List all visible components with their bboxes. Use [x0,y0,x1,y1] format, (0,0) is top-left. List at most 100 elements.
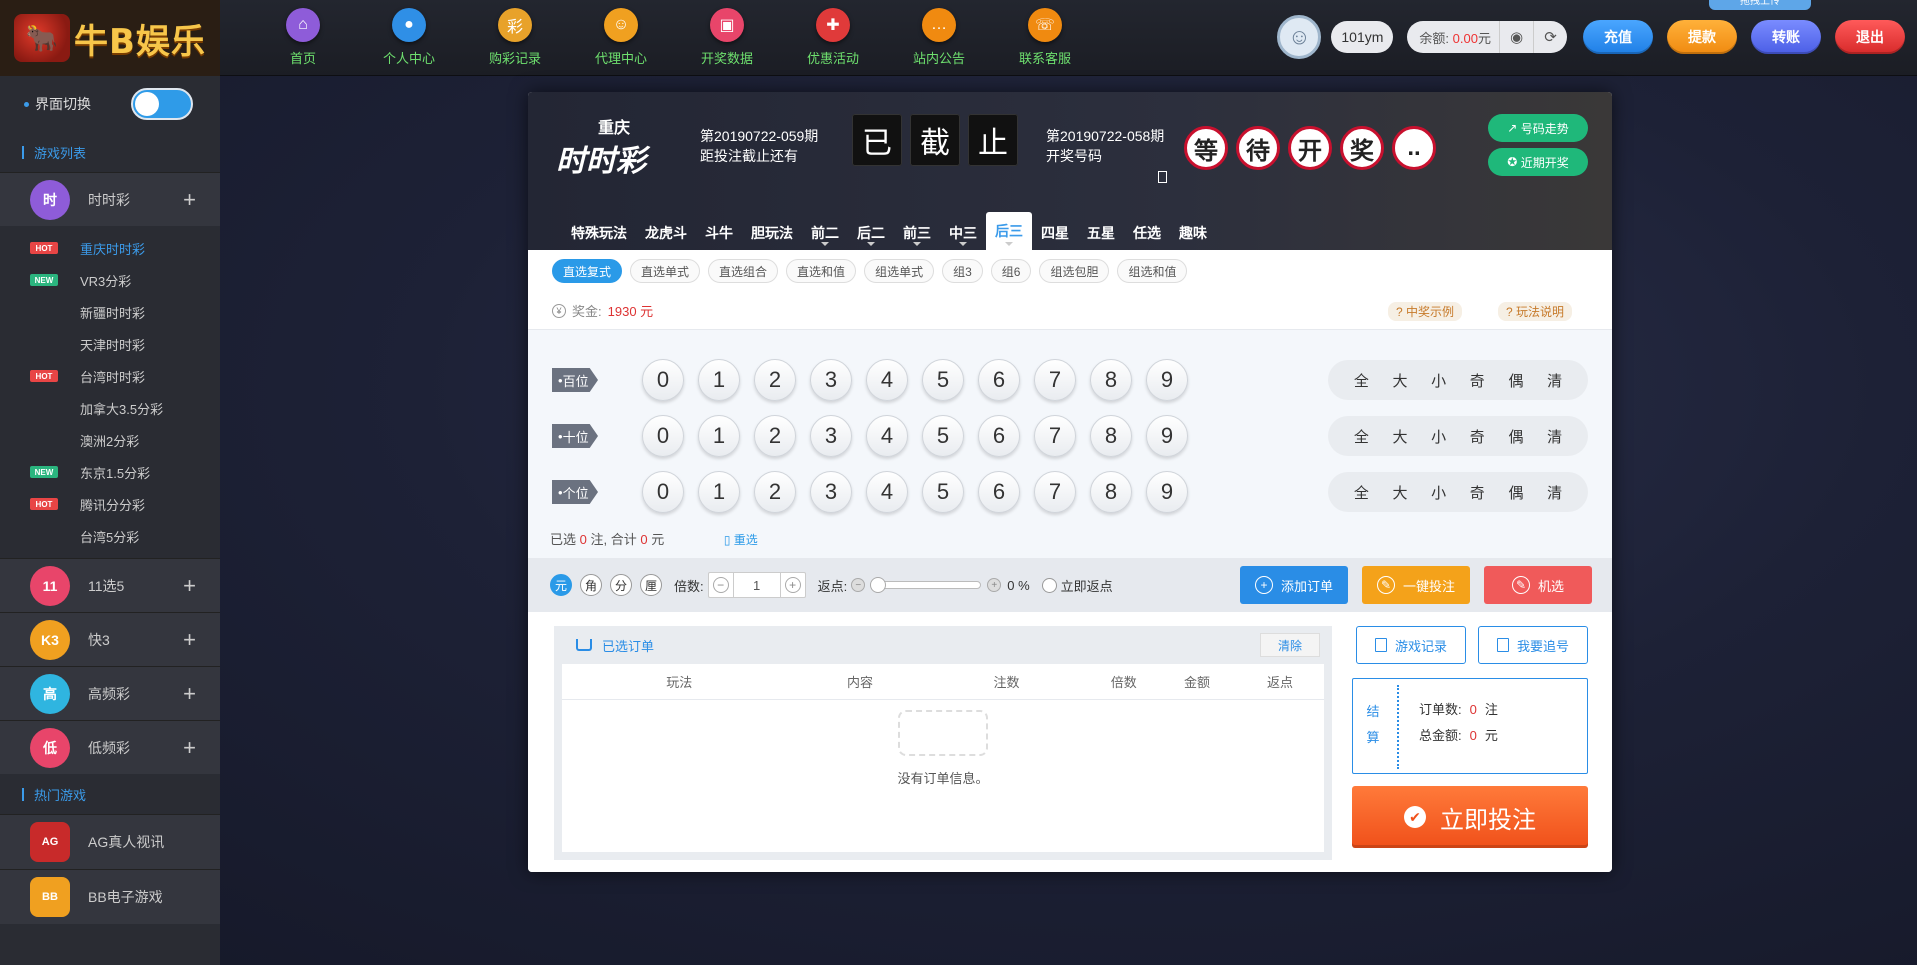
minus-button[interactable]: − [709,573,733,597]
quick-pick-button[interactable]: 全 [1354,370,1369,391]
digit-ball[interactable]: 3 [810,415,852,457]
nav-item-3[interactable]: ☺ 代理中心 [568,8,674,67]
site-logo[interactable]: 🐂 牛B娱乐 [0,0,220,76]
subtab-8[interactable]: 组选和值 [1117,259,1188,283]
tab-7[interactable]: 中三 [940,216,986,250]
subtab-3[interactable]: 直选和值 [786,259,857,283]
quick-pick-button[interactable]: 大 [1392,482,1407,503]
sidebar-item-9[interactable]: 台湾5分彩 [0,520,220,552]
expand-plus-icon[interactable]: + [183,187,196,213]
ui-switch-toggle[interactable] [131,88,193,120]
nav-item-2[interactable]: 彩购彩记录 [462,8,568,67]
rules-link[interactable]: ? 玩法说明 [1498,302,1573,321]
quick-pick-button[interactable]: 小 [1431,426,1446,447]
expand-plus-icon[interactable]: + [183,573,196,599]
sidebar-item-2[interactable]: 新疆时时彩 [0,296,220,328]
clear-orders-button[interactable]: 清除 [1260,633,1320,657]
multiplier-input[interactable]: 1 [732,573,781,597]
hot-game-1[interactable]: BB BB电子游戏 [0,869,220,924]
expand-plus-icon[interactable]: + [183,627,196,653]
quick-pick-button[interactable]: 偶 [1508,426,1523,447]
quick-pick-button[interactable]: 全 [1354,426,1369,447]
expand-plus-icon[interactable]: + [183,681,196,707]
digit-ball[interactable]: 3 [810,359,852,401]
digit-ball[interactable]: 7 [1034,471,1076,513]
copy-icon[interactable] [1158,171,1167,184]
category-3[interactable]: 高 高频彩 + [0,666,220,720]
tab-0[interactable]: 特殊玩法 [562,216,636,250]
nav-item-7[interactable]: ☏ 联系客服 [992,8,1098,67]
bet-now-button[interactable]: ✔ 立即投注 [1352,786,1588,848]
refresh-icon[interactable]: ⟳ [1533,21,1567,53]
withdraw-button[interactable]: 提款 [1667,20,1737,54]
sidebar-item-8[interactable]: HOT 腾讯分分彩 [0,488,220,520]
expand-plus-icon[interactable]: + [183,735,196,761]
logout-button[interactable]: 退出 [1835,20,1905,54]
unit-button[interactable]: 分 [610,574,632,596]
digit-ball[interactable]: 9 [1146,415,1188,457]
digit-ball[interactable]: 9 [1146,471,1188,513]
tab-3[interactable]: 胆玩法 [742,216,802,250]
tab-2[interactable]: 斗牛 [696,216,742,250]
transfer-button[interactable]: 转账 [1751,20,1821,54]
digit-ball[interactable]: 9 [1146,359,1188,401]
recent-draws-button[interactable]: ✪ 近期开奖 [1488,148,1588,176]
eye-icon[interactable]: ◉ [1499,21,1533,53]
plus-button[interactable]: + [781,573,805,597]
sidebar-item-6[interactable]: 澳洲2分彩 [0,424,220,456]
tab-5[interactable]: 后二 [848,216,894,250]
rebate-plus-icon[interactable]: + [987,578,1002,592]
game-record-button[interactable]: 游戏记录 [1356,626,1466,664]
sidebar-item-3[interactable]: 天津时时彩 [0,328,220,360]
quick-pick-button[interactable]: 奇 [1470,426,1485,447]
digit-ball[interactable]: 5 [922,415,964,457]
nav-item-0[interactable]: ⌂ 首页 [250,8,356,67]
digit-ball[interactable]: 1 [698,359,740,401]
avatar[interactable]: ☺ [1277,15,1322,59]
rebate-track[interactable] [870,577,982,593]
quick-pick-button[interactable]: 大 [1392,370,1407,391]
digit-ball[interactable]: 0 [642,471,684,513]
quick-pick-button[interactable]: 清 [1547,426,1562,447]
nav-item-6[interactable]: … 站内公告 [886,8,992,67]
tab-8[interactable]: 后三 [986,212,1032,250]
recharge-button[interactable]: 充值 [1583,20,1653,54]
sidebar-item-7[interactable]: NEW 东京1.5分彩 [0,456,220,488]
digit-ball[interactable]: 8 [1090,359,1132,401]
chase-number-button[interactable]: 我要追号 [1478,626,1588,664]
trend-button[interactable]: ↗ 号码走势 [1488,114,1588,142]
subtab-0[interactable]: 直选复式 [552,259,623,283]
quick-pick-button[interactable]: 清 [1547,482,1562,503]
category-0[interactable]: 时 时时彩 + [0,172,220,226]
digit-ball[interactable]: 1 [698,415,740,457]
digit-ball[interactable]: 7 [1034,359,1076,401]
digit-ball[interactable]: 6 [978,471,1020,513]
quick-pick-button[interactable]: 清 [1547,370,1562,391]
digit-ball[interactable]: 7 [1034,415,1076,457]
digit-ball[interactable]: 4 [866,471,908,513]
quick-pick-button[interactable]: 奇 [1470,482,1485,503]
digit-ball[interactable]: 8 [1090,471,1132,513]
multiplier-stepper[interactable]: − 1 + [707,572,806,598]
category-2[interactable]: K3 快3 + [0,612,220,666]
instant-rebate-radio[interactable]: 立即返点 [1041,576,1113,595]
digit-ball[interactable]: 4 [866,415,908,457]
digit-ball[interactable]: 0 [642,415,684,457]
subtab-2[interactable]: 直选组合 [708,259,779,283]
add-order-button[interactable]: + 添加订单 [1240,566,1348,604]
rebate-minus-icon[interactable]: − [851,578,866,592]
digit-ball[interactable]: 1 [698,471,740,513]
quick-pick-button[interactable]: 全 [1354,482,1369,503]
digit-ball[interactable]: 2 [754,359,796,401]
unit-button[interactable]: 角 [580,574,602,596]
category-4[interactable]: 低 低频彩 + [0,720,220,774]
rebate-thumb[interactable] [870,577,887,593]
quick-pick-button[interactable]: 偶 [1508,482,1523,503]
digit-ball[interactable]: 6 [978,415,1020,457]
nav-item-1[interactable]: ● 个人中心 [356,8,462,67]
digit-ball[interactable]: 3 [810,471,852,513]
digit-ball[interactable]: 8 [1090,415,1132,457]
tab-9[interactable]: 四星 [1032,216,1078,250]
one-key-bet-button[interactable]: ✎ 一键投注 [1362,566,1470,604]
tab-10[interactable]: 五星 [1078,216,1124,250]
